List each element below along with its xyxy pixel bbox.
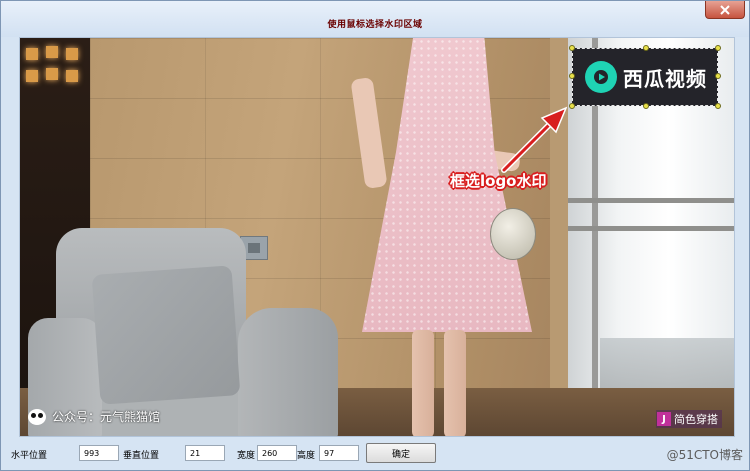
resize-handle[interactable] <box>643 103 649 109</box>
caption-left-text: 公众号：元气熊猫馆 <box>52 410 161 424</box>
control-bar: 水平位置 垂直位置 宽度 高度 确定 @51CTO博客 <box>1 438 749 470</box>
resize-handle[interactable] <box>715 73 721 79</box>
width-input[interactable] <box>257 445 297 461</box>
caption-left: 公众号：元气熊猫馆 <box>28 408 160 425</box>
brand-badge: J <box>657 412 671 426</box>
caption-right-text: 简色穿搭 <box>674 413 718 426</box>
play-icon <box>585 61 617 93</box>
resize-handle[interactable] <box>569 45 575 51</box>
annotation-label: 框选logo水印 <box>450 172 547 190</box>
watermark-selection-box[interactable]: 西瓜视频 <box>569 45 721 109</box>
x-position-label: 水平位置 <box>11 451 48 461</box>
watermark-selection-window: 使用鼠标选择水印区域 西瓜视频 框选logo水印 公众号：元气熊猫馆 J 简色穿… <box>0 0 750 471</box>
resize-handle[interactable] <box>569 73 575 79</box>
close-x-icon <box>720 4 730 15</box>
close-button[interactable] <box>705 1 745 19</box>
resize-handle[interactable] <box>715 103 721 109</box>
resize-handle[interactable] <box>715 45 721 51</box>
site-watermark: @51CTO博客 <box>666 448 743 462</box>
caption-right: J 简色穿搭 <box>656 410 722 428</box>
video-preview-canvas[interactable]: 西瓜视频 框选logo水印 公众号：元气熊猫馆 J 简色穿搭 <box>19 37 735 437</box>
panda-icon <box>28 408 46 425</box>
y-position-input[interactable] <box>185 445 225 461</box>
width-label: 宽度 <box>237 451 256 461</box>
x-position-input[interactable] <box>79 445 119 461</box>
y-position-label: 垂直位置 <box>123 451 160 461</box>
resize-handle[interactable] <box>643 45 649 51</box>
title-bar[interactable]: 使用鼠标选择水印区域 <box>1 1 749 37</box>
ok-button[interactable]: 确定 <box>366 443 436 463</box>
height-input[interactable] <box>319 445 359 461</box>
logo-text: 西瓜视频 <box>623 67 707 91</box>
resize-handle[interactable] <box>569 103 575 109</box>
height-label: 高度 <box>297 451 316 461</box>
window-title: 使用鼠标选择水印区域 <box>327 20 423 30</box>
